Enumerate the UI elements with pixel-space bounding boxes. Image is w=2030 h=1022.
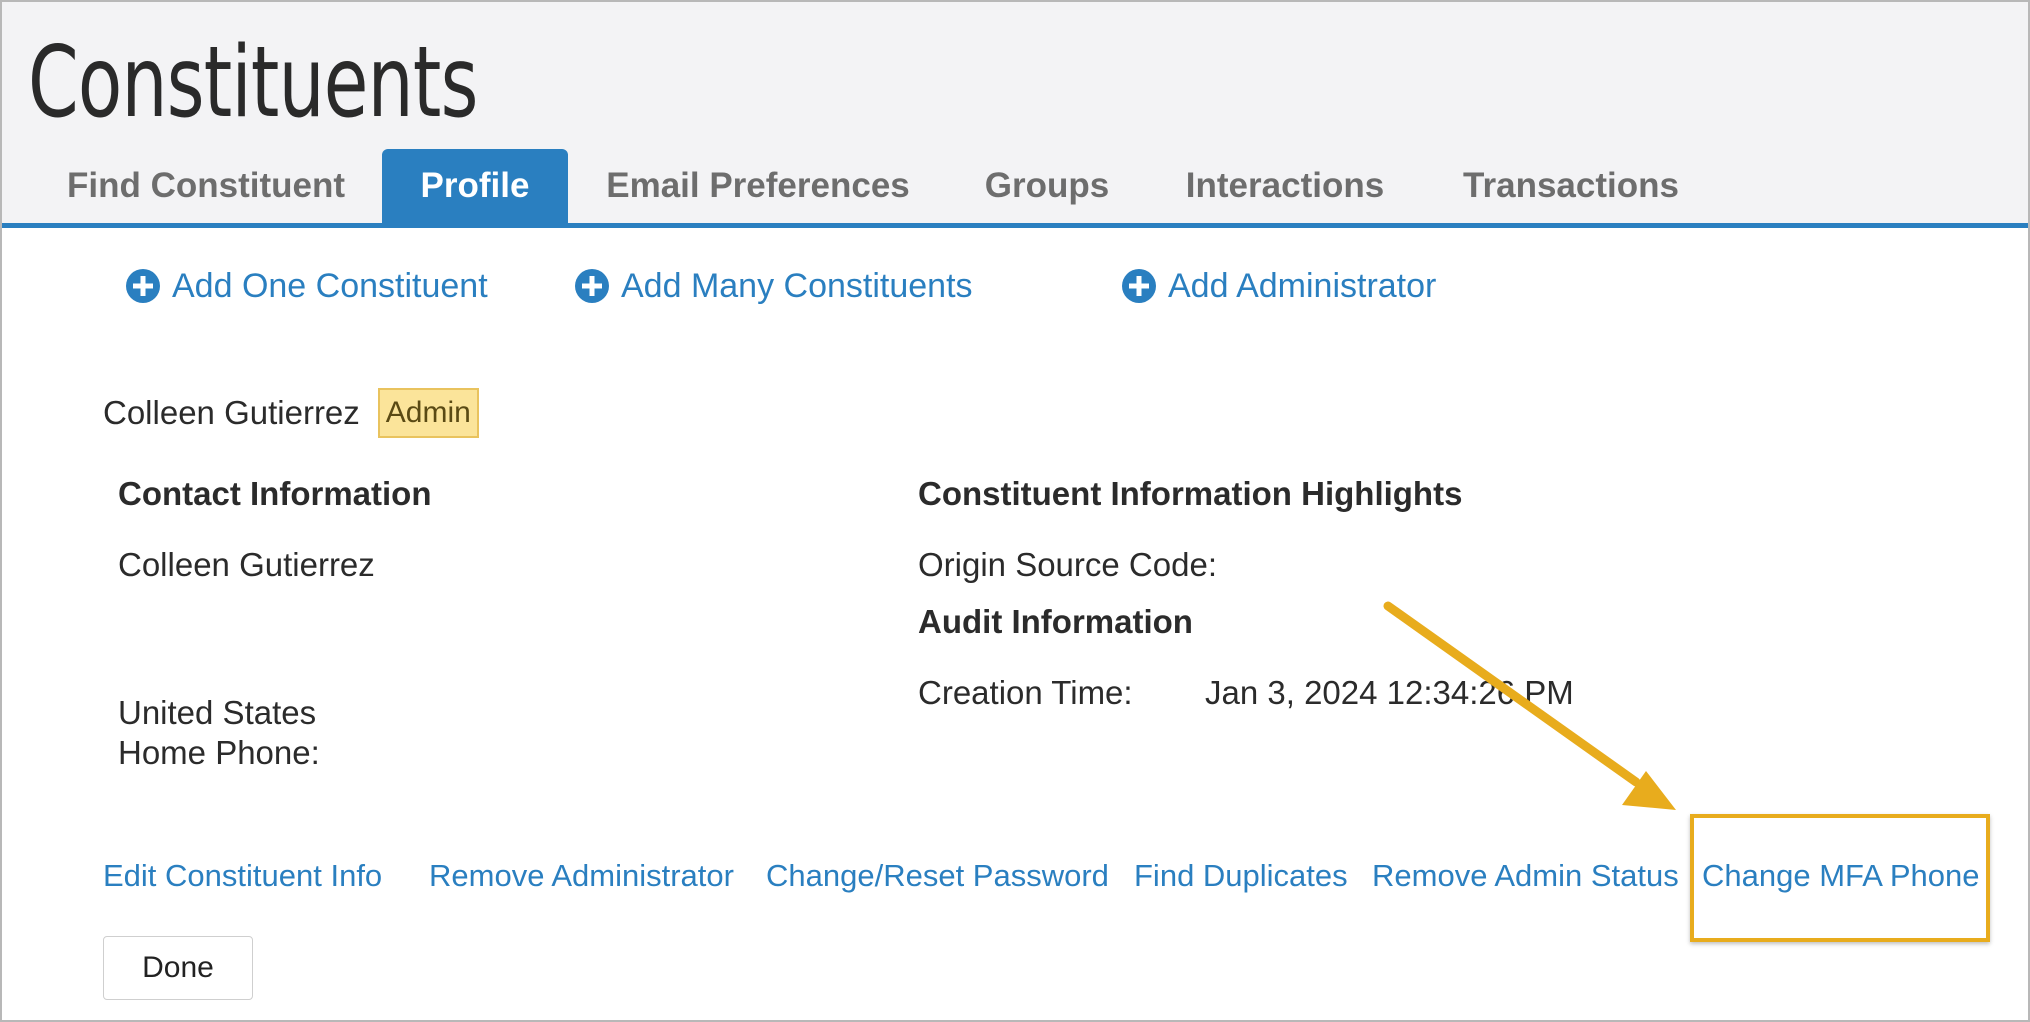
add-administrator-label: Add Administrator bbox=[1168, 266, 1437, 305]
add-many-constituents-label: Add Many Constituents bbox=[621, 266, 973, 305]
find-duplicates-link[interactable]: Find Duplicates bbox=[1134, 858, 1348, 894]
creation-time-label: Creation Time: bbox=[918, 674, 1133, 711]
contact-name: Colleen Gutierrez bbox=[118, 546, 375, 583]
tab-email-preferences[interactable]: Email Preferences bbox=[606, 149, 910, 223]
profile-window: Constituents Find Constituent Profile Em… bbox=[0, 0, 2030, 1022]
admin-badge: Admin bbox=[377, 388, 479, 438]
page-title: Constituents bbox=[28, 26, 478, 140]
origin-source-code-label: Origin Source Code: bbox=[918, 546, 1217, 583]
tab-interactions[interactable]: Interactions bbox=[1182, 149, 1388, 223]
tab-bar: Find Constituent Profile Email Preferenc… bbox=[2, 149, 2028, 223]
add-one-constituent-label: Add One Constituent bbox=[172, 266, 488, 305]
creation-time-value: Jan 3, 2024 12:34:26 PM bbox=[1205, 674, 1574, 711]
tab-transactions[interactable]: Transactions bbox=[1460, 149, 1682, 223]
remove-admin-status-link[interactable]: Remove Admin Status bbox=[1372, 858, 1679, 894]
edit-constituent-info-link[interactable]: Edit Constituent Info bbox=[103, 858, 382, 894]
done-button[interactable]: Done bbox=[103, 936, 253, 1000]
add-one-constituent-link[interactable]: Add One Constituent bbox=[126, 264, 488, 308]
highlights-heading: Constituent Information Highlights bbox=[918, 475, 1463, 512]
plus-circle-icon bbox=[575, 269, 609, 303]
tab-profile[interactable]: Profile bbox=[382, 149, 568, 223]
constituent-name-row: Colleen Gutierrez Admin bbox=[103, 388, 479, 438]
tab-find-constituent[interactable]: Find Constituent bbox=[66, 149, 346, 223]
add-many-constituents-link[interactable]: Add Many Constituents bbox=[575, 264, 973, 308]
remove-administrator-link[interactable]: Remove Administrator bbox=[429, 858, 734, 894]
plus-circle-icon bbox=[126, 269, 160, 303]
contact-info-heading: Contact Information bbox=[118, 475, 432, 512]
plus-circle-icon bbox=[1122, 269, 1156, 303]
highlight-box bbox=[1690, 814, 1990, 942]
home-phone-label: Home Phone: bbox=[118, 734, 320, 771]
contact-country: United States bbox=[118, 694, 317, 731]
add-administrator-link[interactable]: Add Administrator bbox=[1122, 264, 1436, 308]
tab-groups[interactable]: Groups bbox=[984, 149, 1110, 223]
audit-info-heading: Audit Information bbox=[918, 603, 1193, 640]
constituent-name: Colleen Gutierrez bbox=[103, 394, 360, 431]
page-header: Constituents Find Constituent Profile Em… bbox=[2, 2, 2028, 228]
change-reset-password-link[interactable]: Change/Reset Password bbox=[766, 858, 1109, 894]
